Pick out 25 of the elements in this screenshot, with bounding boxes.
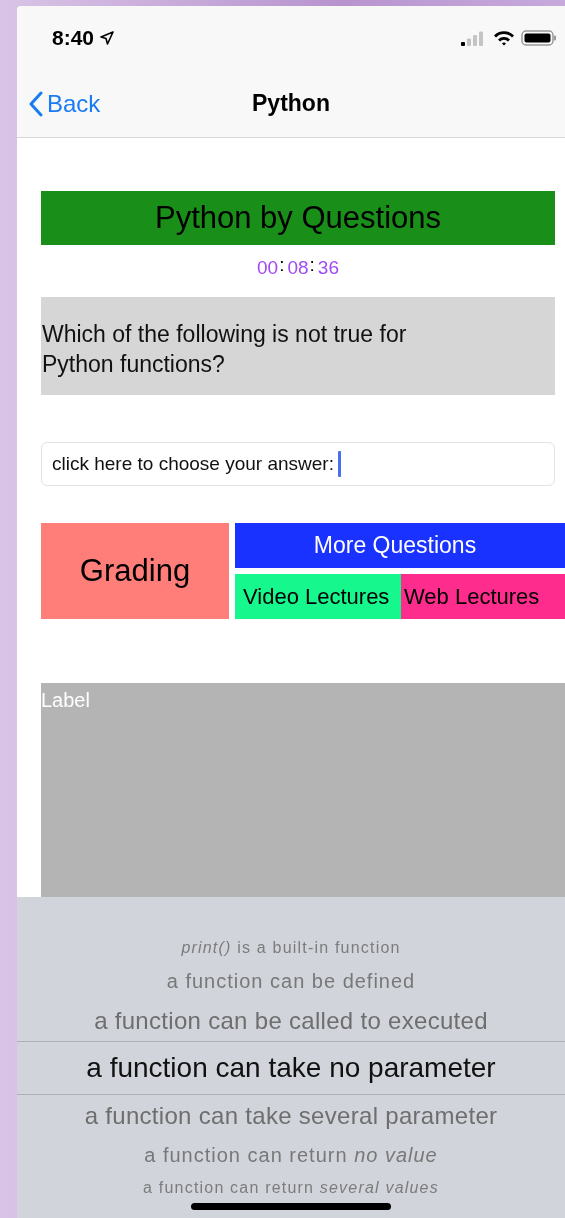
picker-option[interactable]: a function can be called to executed <box>17 1000 565 1041</box>
timer-digits: 08 <box>287 257 309 279</box>
picker-option[interactable]: a function can take no parameter <box>17 1041 565 1095</box>
answer-field[interactable]: click here to choose your answer: <box>41 442 555 486</box>
web-lectures-button[interactable]: Web Lectures <box>401 574 565 619</box>
picker-option[interactable]: a function can return several values <box>17 1174 565 1202</box>
wifi-icon <box>493 30 515 46</box>
picker-option[interactable]: print() is a built-in function <box>17 934 565 962</box>
timer-separator: : <box>278 254 286 277</box>
chevron-left-icon <box>29 90 43 117</box>
timer-digits: 00 <box>257 257 279 279</box>
status-time: 8:40 <box>52 26 95 50</box>
back-button[interactable]: Back <box>17 89 101 118</box>
picker-option[interactable]: a function can return no value <box>17 1136 565 1174</box>
timer-separator: : <box>308 254 316 277</box>
battery-icon <box>521 30 557 46</box>
video-lectures-button[interactable]: Video Lectures <box>235 574 401 619</box>
picker-option[interactable]: a function can be defined <box>17 962 565 1000</box>
timer-digits: 36 <box>317 257 339 279</box>
question-text: Which of the following is not true for Python functions? <box>41 297 555 395</box>
grading-button[interactable]: Grading <box>41 523 229 619</box>
picker-option[interactable]: a function can take several parameter <box>17 1095 565 1136</box>
quiz-title: Python by Questions <box>41 191 555 245</box>
more-questions-button[interactable]: More Questions <box>235 523 565 568</box>
nav-title: Python <box>252 90 330 117</box>
